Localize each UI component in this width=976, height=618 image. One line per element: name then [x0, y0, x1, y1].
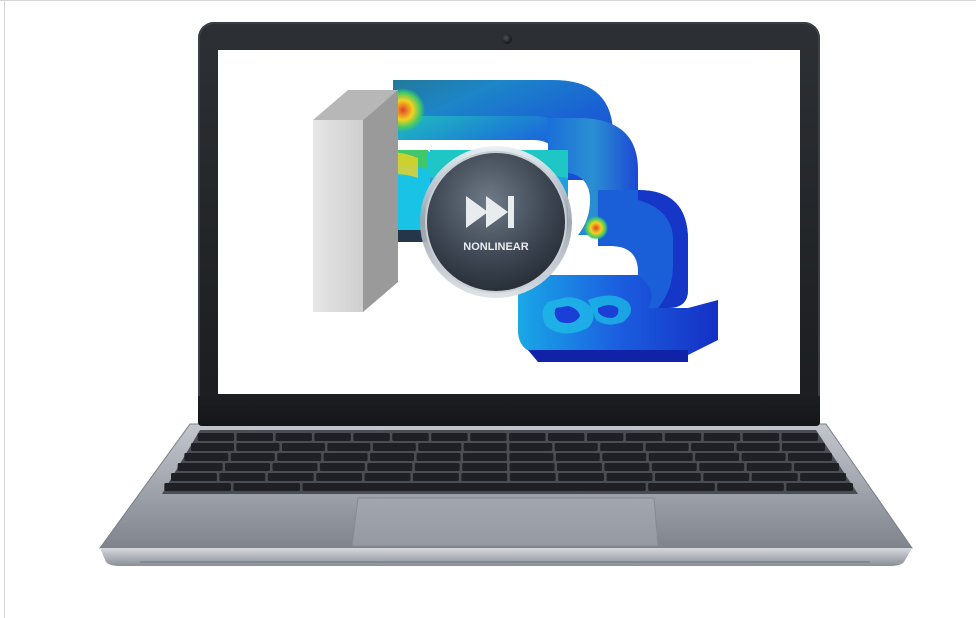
keyboard-key: [184, 453, 229, 461]
keyboard-key: [586, 433, 624, 441]
keyboard-key: [418, 443, 462, 451]
spacebar-key: [330, 483, 580, 491]
keyboard-key: [267, 473, 314, 481]
webcam: [502, 34, 512, 44]
keyboard-key: [319, 463, 365, 471]
keyboard-key: [392, 433, 429, 441]
keyboard-key: [353, 433, 390, 441]
badge-label: NONLINEAR: [463, 241, 528, 253]
keyboard-key: [372, 443, 416, 451]
keyboard-key: [788, 453, 832, 461]
keyboard-key: [275, 433, 312, 441]
keyboard-key: [602, 453, 647, 461]
keyboard-key: [651, 463, 697, 471]
keyboard-key: [414, 463, 460, 471]
keyboard-key: [695, 453, 740, 461]
laptop-lid: NONLINEAR: [198, 22, 820, 426]
keyboard-key: [606, 473, 653, 481]
keyboard-key: [431, 433, 468, 441]
keyboard-key: [800, 473, 846, 481]
keyboard-key: [509, 473, 556, 481]
keyboard-key: [323, 453, 368, 461]
keyboard-key: [664, 433, 702, 441]
keyboard-key: [412, 473, 459, 481]
keyboard-key: [741, 453, 786, 461]
keyboard-key: [314, 433, 351, 441]
keyboard-key: [625, 433, 663, 441]
nonlinear-badge[interactable]: NONLINEAR: [420, 146, 572, 298]
keyboard-key: [781, 433, 818, 441]
keyboard-key: [786, 483, 853, 491]
keyboard-key: [364, 473, 411, 481]
keyboard-key: [509, 453, 554, 461]
keyboard-key: [717, 483, 784, 491]
keyboard-key: [230, 453, 275, 461]
keyboard-key: [316, 473, 363, 481]
keyboard-key: [558, 473, 605, 481]
keyboard-key: [691, 443, 735, 451]
keyboard-key: [367, 463, 413, 471]
keyboard-key: [509, 433, 546, 441]
keyboard-key: [470, 433, 507, 441]
keyboard-key: [327, 443, 371, 451]
keyboard-key: [554, 443, 598, 451]
keyboard-key: [225, 463, 270, 471]
keyboard-key: [751, 473, 798, 481]
keyboard-key: [736, 443, 780, 451]
keyboard-key: [164, 483, 231, 491]
keyboard-key: [281, 443, 325, 451]
laptop: NONLINEAR: [0, 0, 976, 618]
keyboard-key: [219, 473, 266, 481]
keyboard-key: [509, 463, 555, 471]
keyboard-key: [191, 443, 234, 451]
keyboard-key: [462, 463, 508, 471]
keyboard-key: [236, 443, 280, 451]
keyboard-key: [370, 453, 415, 461]
keyboard-key: [272, 463, 318, 471]
keyboard-key: [236, 433, 274, 441]
keyboard-key: [463, 443, 507, 451]
keyboard-key: [703, 433, 741, 441]
keyboard-key: [645, 443, 689, 451]
keyboard-key: [782, 443, 825, 451]
keyboard-key: [197, 433, 235, 441]
keyboard-key: [742, 433, 780, 441]
keyboard-key: [509, 443, 553, 451]
keyboard-key: [548, 433, 585, 441]
keyboard-key: [171, 473, 217, 481]
keyboard-key: [604, 463, 650, 471]
laptop-screen: NONLINEAR: [218, 50, 800, 394]
keyboard-key: [654, 473, 701, 481]
keyboard-key: [699, 463, 745, 471]
screen-bezel-bottom: [198, 396, 820, 426]
keyboard-key: [703, 473, 750, 481]
keyboard-key: [233, 483, 301, 491]
keyboard-key: [555, 453, 600, 461]
keyboard-key: [277, 453, 322, 461]
keyboard-key: [746, 463, 792, 471]
keyboard-key: [416, 453, 461, 461]
keyboard-key: [794, 463, 839, 471]
keyboard-key: [177, 463, 223, 471]
keyboard-key: [648, 453, 693, 461]
keyboard-key: [648, 483, 715, 491]
keyboard-key: [600, 443, 644, 451]
keyboard-key: [462, 453, 507, 461]
keyboard-key: [557, 463, 602, 471]
keyboard-key: [579, 483, 646, 491]
fea-render: NONLINEAR: [313, 80, 718, 362]
keyboard-key: [461, 473, 508, 481]
